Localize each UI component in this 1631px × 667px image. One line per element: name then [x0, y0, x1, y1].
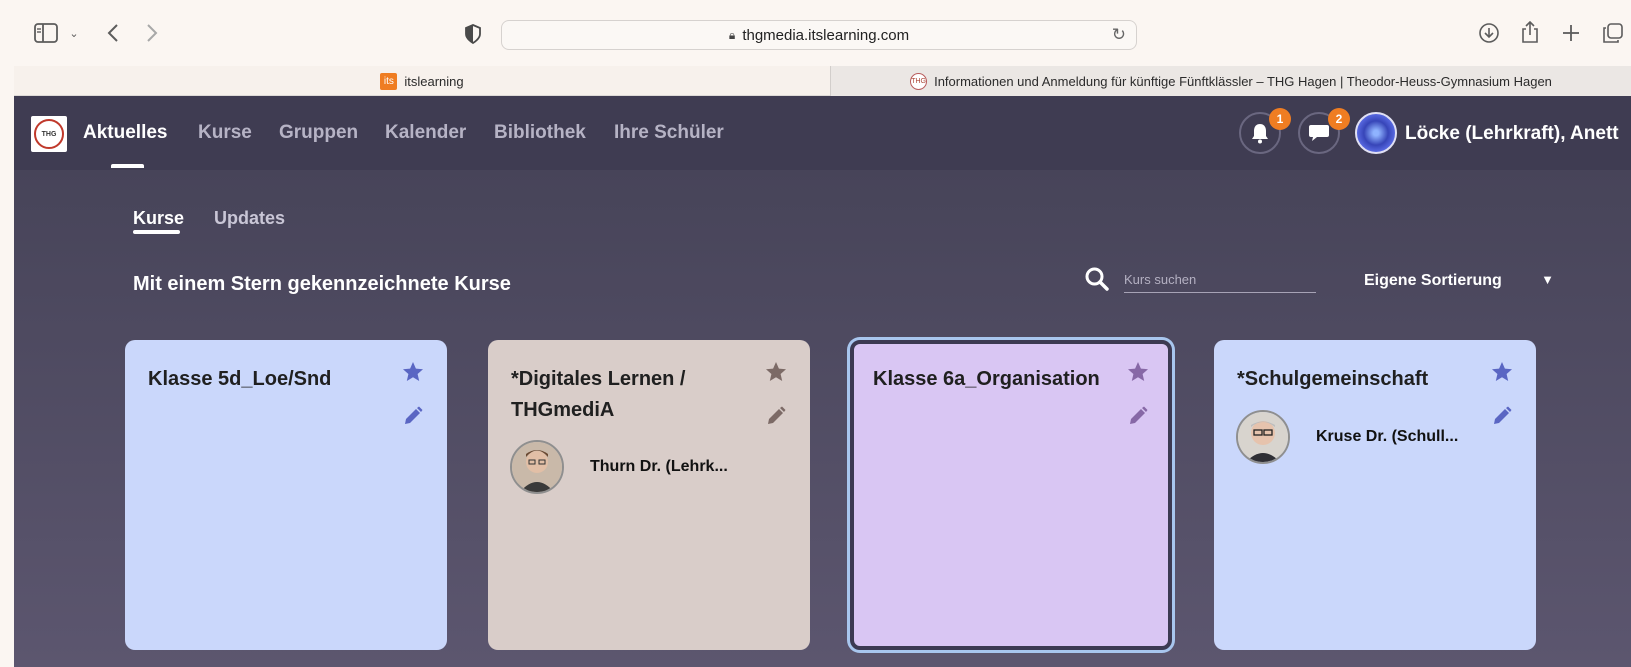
privacy-shield-icon[interactable] — [462, 22, 484, 46]
course-card[interactable]: Klasse 6a_Organisation — [850, 340, 1172, 650]
sort-label: Eigene Sortierung — [1364, 272, 1502, 289]
url-bar[interactable]: 🔒︎ thgmedia.itslearning.com ↻ — [501, 20, 1137, 50]
star-icon[interactable] — [764, 360, 788, 384]
course-title[interactable]: *Digitales Lernen / THGmediA — [511, 364, 751, 426]
caret-down-icon: ▼ — [1541, 272, 1554, 287]
course-search-input[interactable] — [1124, 267, 1316, 293]
course-title[interactable]: Klasse 5d_Loe/Snd — [148, 364, 388, 395]
reload-icon[interactable]: ↻ — [1112, 25, 1126, 45]
star-icon[interactable] — [1490, 360, 1514, 384]
school-logo[interactable]: THG — [31, 116, 67, 152]
back-icon[interactable] — [102, 20, 124, 46]
subtab-active-indicator — [133, 230, 180, 234]
star-icon[interactable] — [1126, 360, 1150, 384]
search-icon[interactable] — [1084, 266, 1114, 296]
app-header: THG Aktuelles Kurse Gruppen Kalender Bib… — [14, 96, 1631, 170]
itslearning-favicon-icon: its — [380, 72, 398, 90]
bell-icon — [1252, 124, 1268, 144]
nav-kalender[interactable]: Kalender — [385, 122, 466, 144]
course-title[interactable]: *Schulgemeinschaft — [1237, 364, 1477, 395]
user-avatar[interactable] — [1355, 112, 1397, 154]
nav-active-indicator — [111, 164, 144, 168]
course-card[interactable]: Klasse 5d_Loe/Snd — [125, 340, 447, 650]
course-owner: Thurn Dr. (Lehrk... — [510, 440, 728, 494]
thg-favicon-icon: THG — [910, 72, 928, 90]
user-name[interactable]: Löcke (Lehrkraft), Anett — [1405, 123, 1619, 145]
subtab-kurse[interactable]: Kurse — [133, 208, 184, 229]
chevron-down-icon[interactable]: ⌄ — [66, 24, 82, 42]
owner-avatar — [1236, 410, 1290, 464]
nav-kurse[interactable]: Kurse — [198, 122, 252, 144]
share-icon[interactable] — [1519, 20, 1541, 44]
url-text: thgmedia.itslearning.com — [742, 26, 910, 44]
nav-aktuelles[interactable]: Aktuelles — [83, 122, 167, 144]
tab-label: Informationen und Anmeldung für künftige… — [934, 73, 1552, 89]
sort-dropdown[interactable]: Eigene Sortierung ▼ — [1364, 268, 1554, 294]
tab-overview-icon[interactable] — [1601, 22, 1625, 44]
course-card[interactable]: *Digitales Lernen / THGmediA Thurn Dr. (… — [488, 340, 810, 650]
subtab-updates[interactable]: Updates — [214, 208, 285, 229]
course-card[interactable]: *Schulgemeinschaft Kruse Dr. (Schull... — [1214, 340, 1536, 650]
course-owner: Kruse Dr. (Schull... — [1236, 410, 1458, 464]
browser-toolbar: ⌄ 🔒︎ thgmedia.itslearning.com ↻ — [14, 0, 1631, 66]
new-tab-icon[interactable] — [1560, 22, 1582, 44]
tab-label: itslearning — [404, 73, 464, 89]
nav-bibliothek[interactable]: Bibliothek — [494, 122, 586, 144]
star-icon[interactable] — [401, 360, 425, 384]
messages-badge: 2 — [1328, 108, 1350, 130]
owner-name: Kruse Dr. (Schull... — [1316, 428, 1459, 445]
browser-tab-itslearning[interactable]: its itslearning — [14, 66, 830, 96]
owner-avatar — [510, 440, 564, 494]
edit-pencil-icon[interactable] — [403, 406, 423, 426]
download-icon[interactable] — [1478, 22, 1500, 44]
notifications-badge: 1 — [1269, 108, 1291, 130]
lock-icon: 🔒︎ — [728, 27, 736, 42]
edit-pencil-icon[interactable] — [1492, 406, 1512, 426]
chat-bubble-icon — [1309, 125, 1329, 141]
browser-tab-thg[interactable]: THG Informationen und Anmeldung für künf… — [830, 66, 1631, 96]
owner-name: Thurn Dr. (Lehrk... — [590, 458, 728, 475]
nav-gruppen[interactable]: Gruppen — [279, 122, 358, 144]
messages-button[interactable]: 2 — [1298, 108, 1350, 154]
nav-ihre-schueler[interactable]: Ihre Schüler — [614, 122, 724, 144]
section-title: Mit einem Stern gekennzeichnete Kurse — [133, 273, 511, 295]
course-title[interactable]: Klasse 6a_Organisation — [873, 364, 1113, 395]
forward-icon[interactable] — [141, 20, 163, 46]
browser-tab-bar: its itslearning THG Informationen und An… — [14, 66, 1631, 96]
sidebar-icon[interactable] — [34, 22, 58, 44]
notifications-button[interactable]: 1 — [1239, 108, 1291, 154]
edit-pencil-icon[interactable] — [766, 406, 786, 426]
edit-pencil-icon[interactable] — [1128, 406, 1148, 426]
